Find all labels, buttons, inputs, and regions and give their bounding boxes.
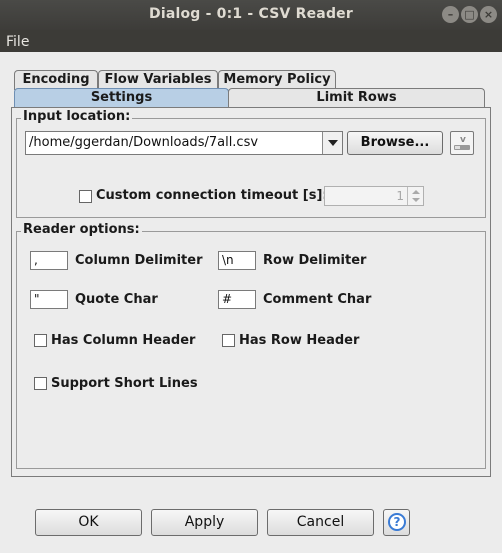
row-delimiter-label: Row Delimiter [263, 253, 367, 268]
input-location-title: Input location: [21, 109, 133, 124]
comment-char-label: Comment Char [263, 292, 372, 307]
custom-timeout-checkbox[interactable] [79, 190, 92, 203]
flow-variable-icon: v [454, 135, 470, 150]
cancel-button[interactable]: Cancel [267, 509, 374, 536]
apply-button[interactable]: Apply [151, 509, 258, 536]
support-short-lines-checkbox[interactable] [34, 377, 47, 390]
has-row-header-checkbox[interactable] [222, 334, 235, 347]
title-bar[interactable]: Dialog - 0:1 - CSV Reader – □ × [0, 0, 502, 30]
chevron-down-icon[interactable] [322, 132, 342, 154]
tab-limit-rows[interactable]: Limit Rows [228, 88, 485, 108]
tab-flow-variables[interactable]: Flow Variables [98, 70, 218, 90]
svg-text:v: v [460, 135, 466, 145]
flow-variable-button[interactable]: v [450, 131, 474, 155]
close-icon[interactable]: × [480, 6, 497, 23]
tab-settings[interactable]: Settings [14, 88, 229, 108]
window-title: Dialog - 0:1 - CSV Reader [149, 6, 353, 22]
has-column-header-label: Has Column Header [51, 333, 196, 348]
browse-button[interactable]: Browse... [347, 131, 443, 155]
reader-options-title: Reader options: [21, 222, 142, 237]
row-delimiter-input[interactable]: \n [218, 251, 256, 270]
spinner-arrows-icon[interactable] [407, 187, 423, 205]
has-column-header-checkbox[interactable] [34, 334, 47, 347]
has-row-header-label: Has Row Header [239, 333, 360, 348]
custom-timeout-label: Custom connection timeout [s]: [96, 188, 328, 203]
menu-bar: File [0, 30, 502, 52]
timeout-spinner[interactable]: 1 [324, 186, 424, 206]
quote-char-label: Quote Char [75, 292, 158, 307]
ok-button[interactable]: OK [35, 509, 142, 536]
column-delimiter-input[interactable]: , [30, 251, 68, 270]
minimize-icon[interactable]: – [442, 6, 459, 23]
support-short-lines-label: Support Short Lines [51, 376, 198, 391]
help-button[interactable]: ? [383, 509, 410, 536]
column-delimiter-label: Column Delimiter [75, 253, 203, 268]
maximize-icon[interactable]: □ [461, 6, 478, 23]
menu-file[interactable]: File [6, 34, 29, 50]
help-icon: ? [388, 513, 406, 531]
comment-char-input[interactable]: # [218, 290, 256, 309]
tab-encoding[interactable]: Encoding [14, 70, 98, 90]
timeout-value: 1 [396, 189, 404, 203]
quote-char-input[interactable]: " [30, 290, 68, 309]
dialog-window: Dialog - 0:1 - CSV Reader – □ × File Enc… [0, 0, 502, 553]
file-path-combo[interactable]: /home/ggerdan/Downloads/7all.csv [25, 131, 343, 155]
tab-memory-policy[interactable]: Memory Policy [218, 70, 336, 90]
file-path-value: /home/ggerdan/Downloads/7all.csv [29, 135, 259, 150]
